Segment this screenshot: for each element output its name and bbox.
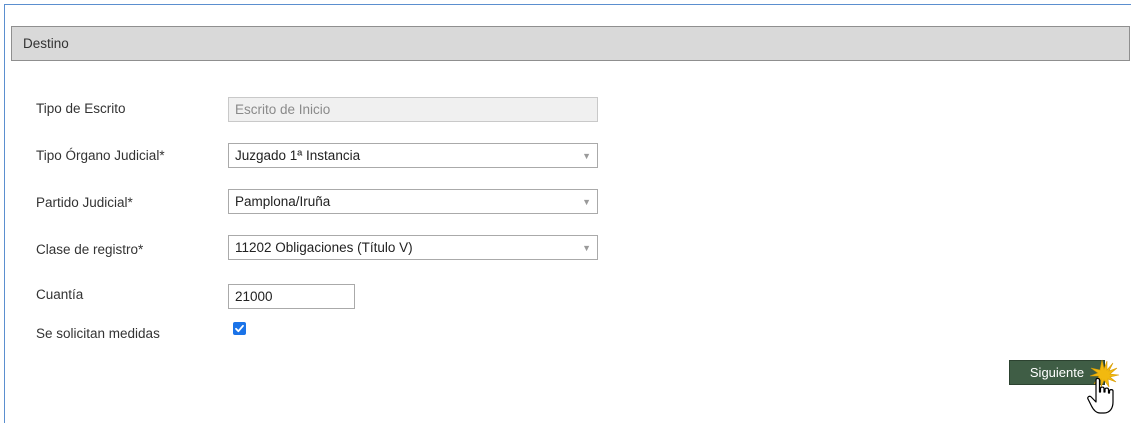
- partido-judicial-label: Partido Judicial*: [36, 195, 133, 210]
- hand-pointer-icon: [1087, 359, 1120, 414]
- tipo-escrito-label: Tipo de Escrito: [36, 101, 126, 116]
- chevron-down-icon: ▼: [582, 197, 591, 207]
- medidas-checkbox[interactable]: [233, 322, 246, 335]
- tipo-organo-select[interactable]: Juzgado 1ª Instancia ▼: [228, 143, 598, 168]
- tipo-organo-label: Tipo Órgano Judicial*: [36, 148, 165, 163]
- cuantia-label: Cuantía: [36, 287, 84, 302]
- cuantia-input[interactable]: 21000: [228, 284, 355, 309]
- tipo-escrito-field: Escrito de Inicio: [228, 97, 598, 122]
- chevron-down-icon: ▼: [582, 151, 591, 161]
- section-title: Destino: [11, 26, 1130, 61]
- clase-registro-select[interactable]: 11202 Obligaciones (Título V) ▼: [228, 235, 598, 260]
- medidas-label: Se solicitan medidas: [36, 326, 160, 341]
- cuantia-value: 21000: [235, 289, 273, 304]
- clase-registro-label: Clase de registro*: [36, 242, 144, 257]
- check-icon: [235, 324, 244, 333]
- tipo-escrito-value: Escrito de Inicio: [235, 102, 331, 117]
- partido-judicial-value: Pamplona/Iruña: [235, 194, 331, 209]
- tipo-organo-value: Juzgado 1ª Instancia: [235, 148, 361, 163]
- chevron-down-icon: ▼: [582, 243, 591, 253]
- clase-registro-value: 11202 Obligaciones (Título V): [235, 240, 413, 255]
- partido-judicial-select[interactable]: Pamplona/Iruña ▼: [228, 189, 598, 214]
